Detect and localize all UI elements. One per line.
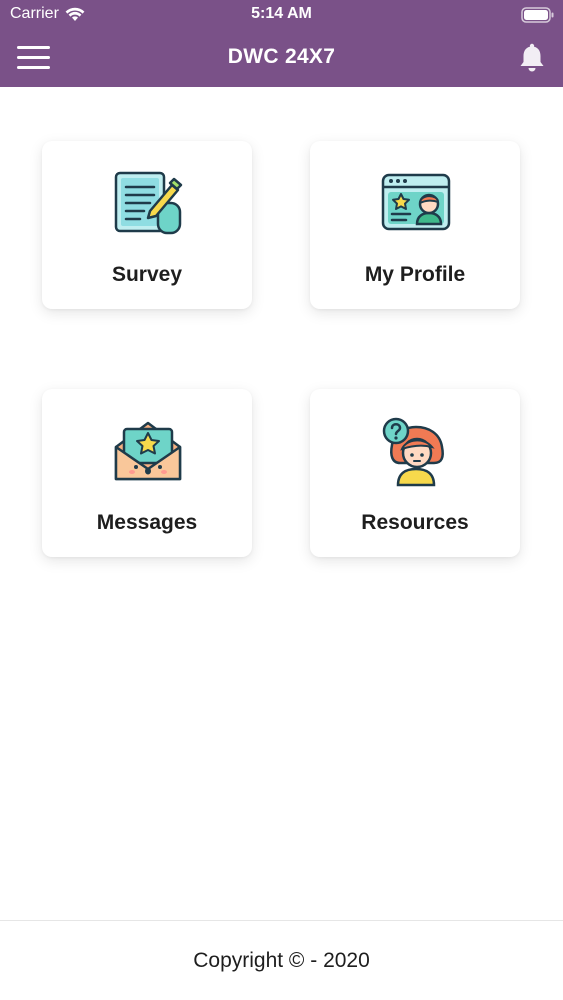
my-profile-tile[interactable]: My Profile [310, 141, 520, 309]
question-girl-icon [380, 415, 452, 487]
copyright-text: Copyright © - 2020 [193, 949, 370, 972]
resources-tile[interactable]: Resources [310, 389, 520, 557]
survey-document-icon [112, 167, 184, 239]
messages-label: Messages [96, 511, 198, 534]
profile-card-icon [380, 167, 452, 239]
bell-icon[interactable] [518, 43, 546, 73]
footer-divider [0, 920, 563, 921]
app-header: Carrier 5:14 AM DWC 24X7 [0, 0, 563, 87]
messages-tile[interactable]: Messages [42, 389, 252, 557]
survey-label: Survey [111, 263, 183, 286]
envelope-star-icon [112, 415, 184, 487]
my-profile-label: My Profile [364, 263, 466, 286]
status-time: 5:14 AM [251, 5, 312, 22]
survey-tile[interactable]: Survey [42, 141, 252, 309]
page-title: DWC 24X7 [227, 45, 336, 68]
resources-label: Resources [361, 511, 469, 534]
status-bar: Carrier 5:14 AM [0, 0, 563, 30]
battery-icon [521, 7, 555, 28]
